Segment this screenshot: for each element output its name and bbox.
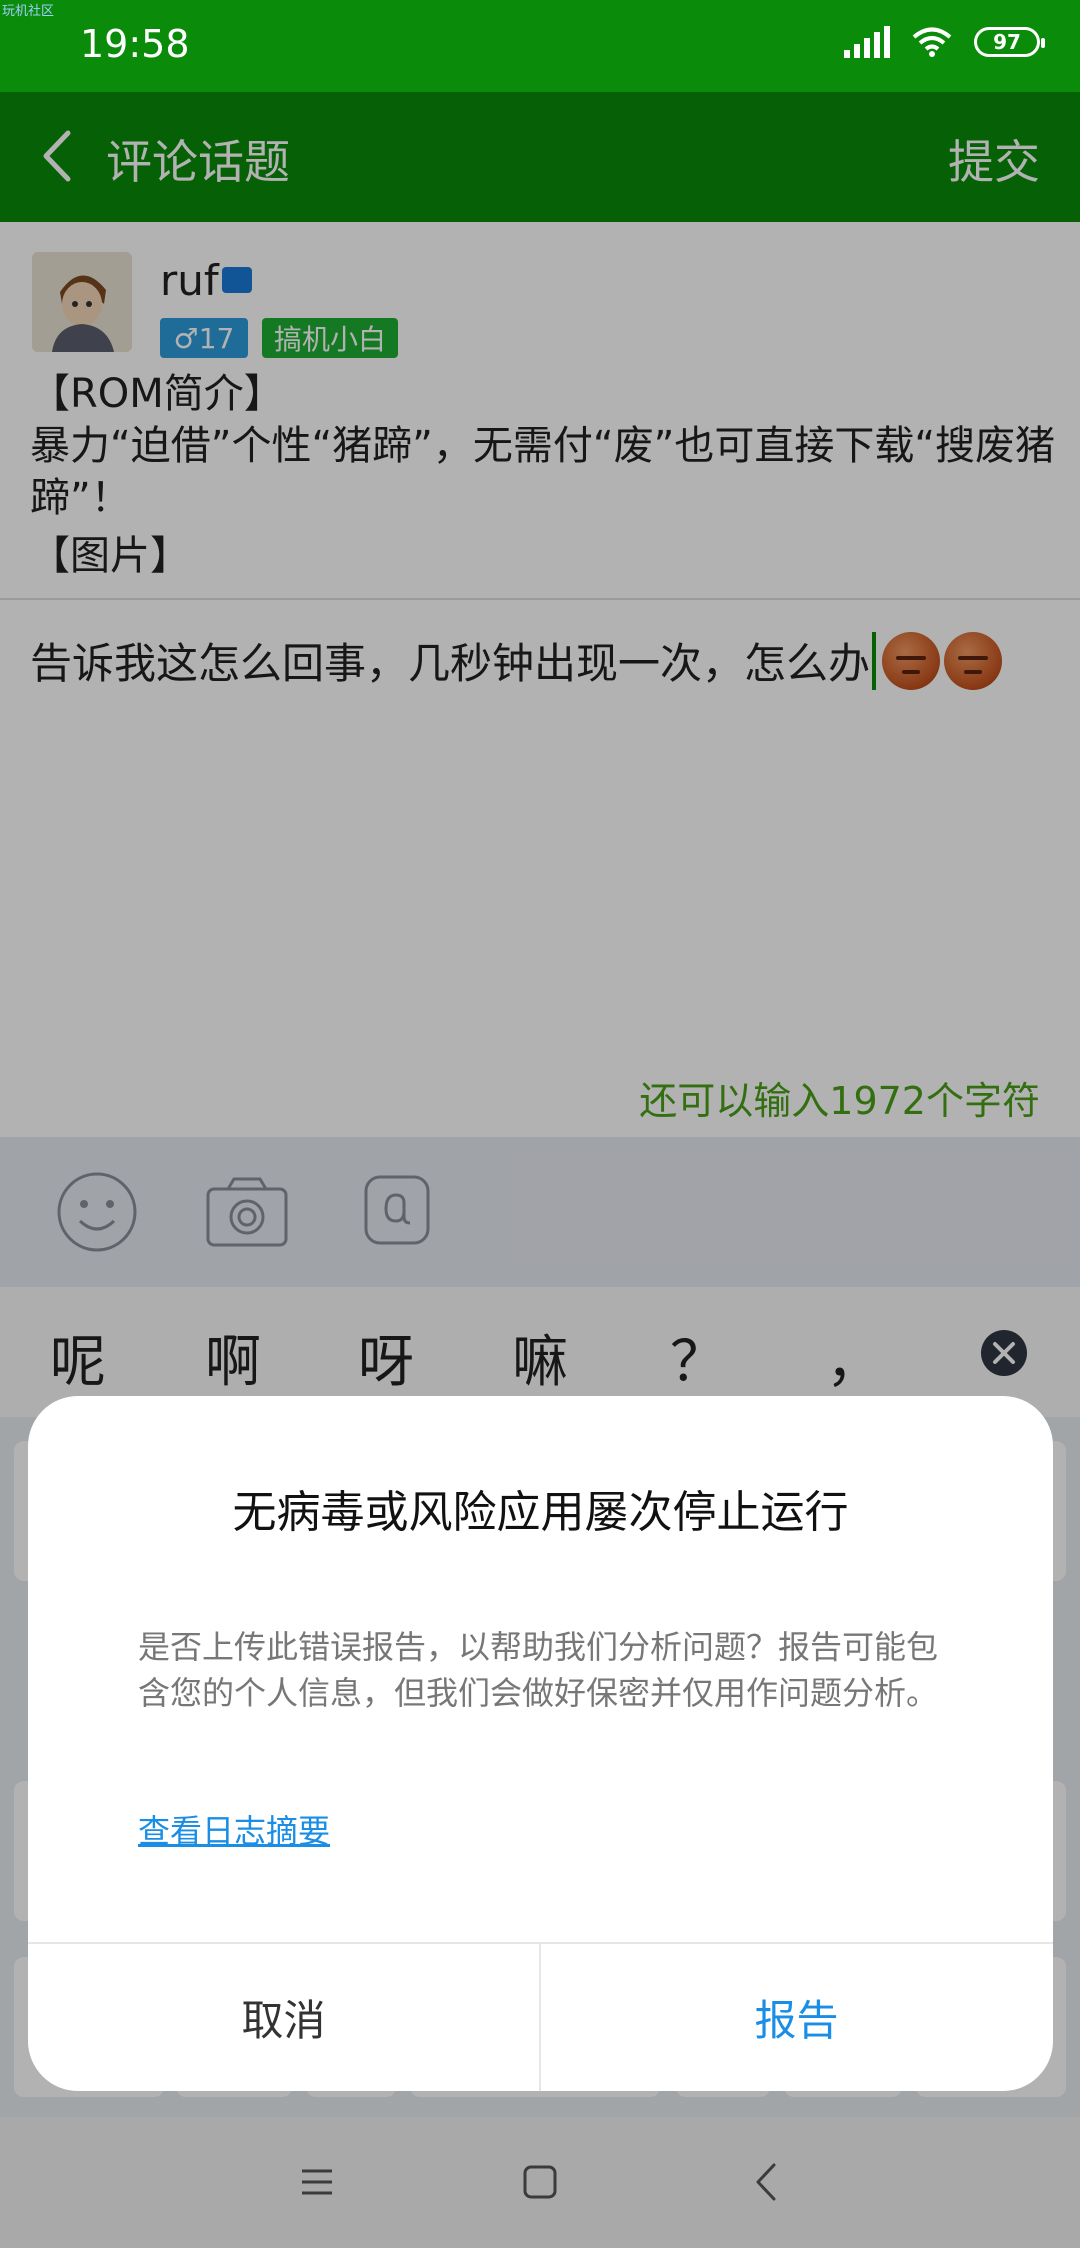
report-button[interactable]: 报告	[541, 1944, 1052, 2091]
status-bar: 玩机社区 19:58 97	[0, 0, 1080, 92]
view-log-link[interactable]: 查看日志摘要	[138, 1806, 330, 1852]
crash-report-dialog: 无病毒或风险应用屡次停止运行 是否上传此错误报告，以帮助我们分析问题？报告可能包…	[28, 1396, 1053, 2091]
status-icons: 97	[844, 26, 1045, 58]
battery-icon: 97	[974, 27, 1045, 57]
status-time: 19:58	[80, 22, 190, 66]
corner-tag: 玩机社区	[2, 4, 55, 19]
battery-level: 97	[993, 30, 1021, 54]
dialog-title: 无病毒或风险应用屡次停止运行	[232, 1487, 849, 1538]
cancel-button[interactable]: 取消	[28, 1944, 539, 2091]
dialog-body: 是否上传此错误报告，以帮助我们分析问题？报告可能包含您的个人信息，但我们会做好保…	[138, 1628, 939, 1712]
wifi-icon	[912, 27, 952, 57]
signal-icon	[844, 26, 890, 58]
